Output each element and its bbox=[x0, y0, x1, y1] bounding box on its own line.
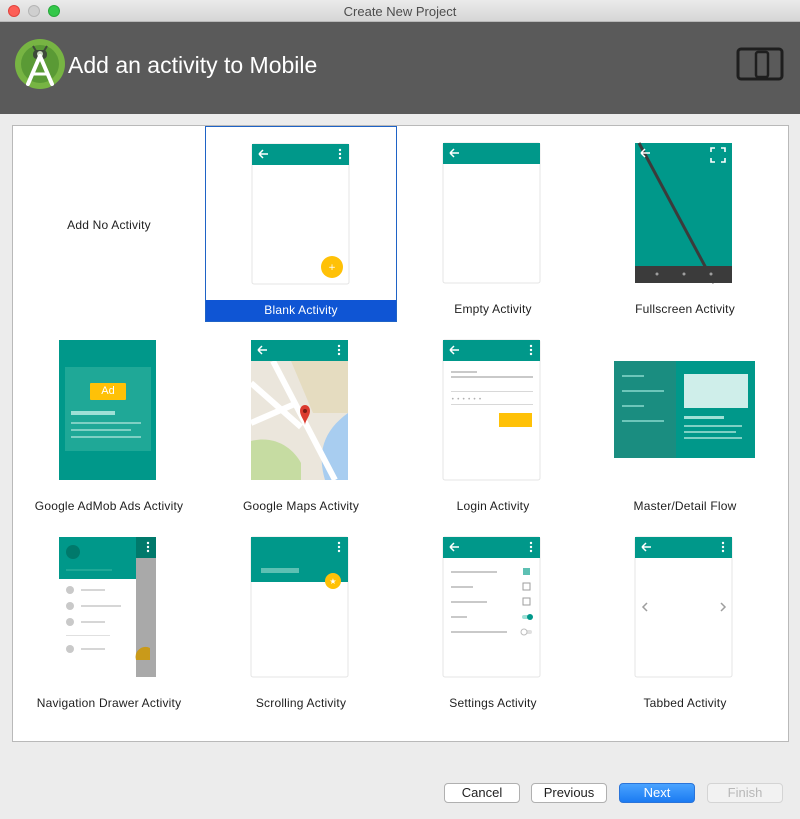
master-detail-preview bbox=[614, 361, 755, 458]
tile-label: Settings Activity bbox=[449, 696, 537, 710]
empty-activity-preview bbox=[442, 142, 541, 284]
wizard-header: Add an activity to Mobile bbox=[0, 22, 800, 114]
tile-label: Scrolling Activity bbox=[255, 696, 347, 710]
tile-google-maps-activity[interactable]: Google Maps Activity bbox=[205, 323, 397, 519]
tile-label: Tabbed Activity bbox=[643, 696, 727, 710]
tile-label: Master/Detail Flow bbox=[633, 499, 737, 513]
cancel-button[interactable]: Cancel bbox=[444, 783, 520, 803]
tile-label: Google Maps Activity bbox=[242, 499, 360, 513]
tile-add-no-activity[interactable]: Add No Activity bbox=[13, 126, 205, 322]
admob-activity-preview bbox=[59, 340, 156, 480]
ad-badge-label: Ad bbox=[101, 385, 115, 397]
navigation-drawer-preview bbox=[59, 537, 156, 677]
device-form-factor-icon bbox=[736, 47, 784, 81]
tile-label: Add No Activity bbox=[67, 218, 151, 232]
tile-label: Empty Activity bbox=[454, 302, 532, 316]
tile-tabbed-activity[interactable]: Tabbed Activity bbox=[589, 520, 781, 716]
window-titlebar: Create New Project bbox=[0, 0, 800, 22]
tile-label: Blank Activity bbox=[206, 300, 396, 321]
next-button[interactable]: Next bbox=[619, 783, 695, 803]
svg-text:★: ★ bbox=[329, 577, 336, 586]
blank-activity-preview: + bbox=[251, 143, 350, 285]
activity-template-gallery: Add No Activity + Blank Activity Empty A… bbox=[12, 125, 789, 742]
tile-scrolling-activity[interactable]: ★ Scrolling Activity bbox=[205, 520, 397, 716]
tile-navigation-drawer-activity[interactable]: Navigation Drawer Activity bbox=[13, 520, 205, 716]
tile-label: Google AdMob Ads Activity bbox=[34, 499, 184, 513]
login-activity-preview: • • • • • • bbox=[442, 339, 541, 481]
svg-text:• • • • • •: • • • • • • bbox=[451, 396, 482, 403]
tabbed-activity-preview bbox=[634, 536, 733, 678]
tile-blank-activity[interactable]: + Blank Activity bbox=[205, 126, 397, 322]
previous-button[interactable]: Previous bbox=[531, 783, 607, 803]
window-title: Create New Project bbox=[343, 4, 457, 19]
tile-settings-activity[interactable]: Settings Activity bbox=[397, 520, 589, 716]
tile-google-admob-ads-activity[interactable]: Ad Google AdMob Ads Activity bbox=[13, 323, 205, 519]
fullscreen-activity-preview bbox=[635, 142, 732, 284]
scrolling-activity-preview: ★ bbox=[250, 536, 349, 678]
android-studio-logo-icon bbox=[15, 39, 65, 89]
tile-master-detail-flow[interactable]: Master/Detail Flow bbox=[589, 323, 781, 519]
maps-activity-preview bbox=[249, 340, 348, 482]
tile-label: Fullscreen Activity bbox=[635, 302, 735, 316]
tile-empty-activity[interactable]: Empty Activity bbox=[397, 126, 589, 322]
tile-label: Navigation Drawer Activity bbox=[36, 696, 182, 710]
finish-button: Finish bbox=[707, 783, 783, 803]
header-title: Add an activity to Mobile bbox=[68, 52, 318, 78]
svg-text:+: + bbox=[328, 263, 336, 273]
tile-fullscreen-activity[interactable]: Fullscreen Activity bbox=[589, 126, 781, 322]
tile-login-activity[interactable]: • • • • • • Login Activity bbox=[397, 323, 589, 519]
settings-activity-preview bbox=[442, 536, 541, 678]
tile-label: Login Activity bbox=[456, 499, 530, 513]
